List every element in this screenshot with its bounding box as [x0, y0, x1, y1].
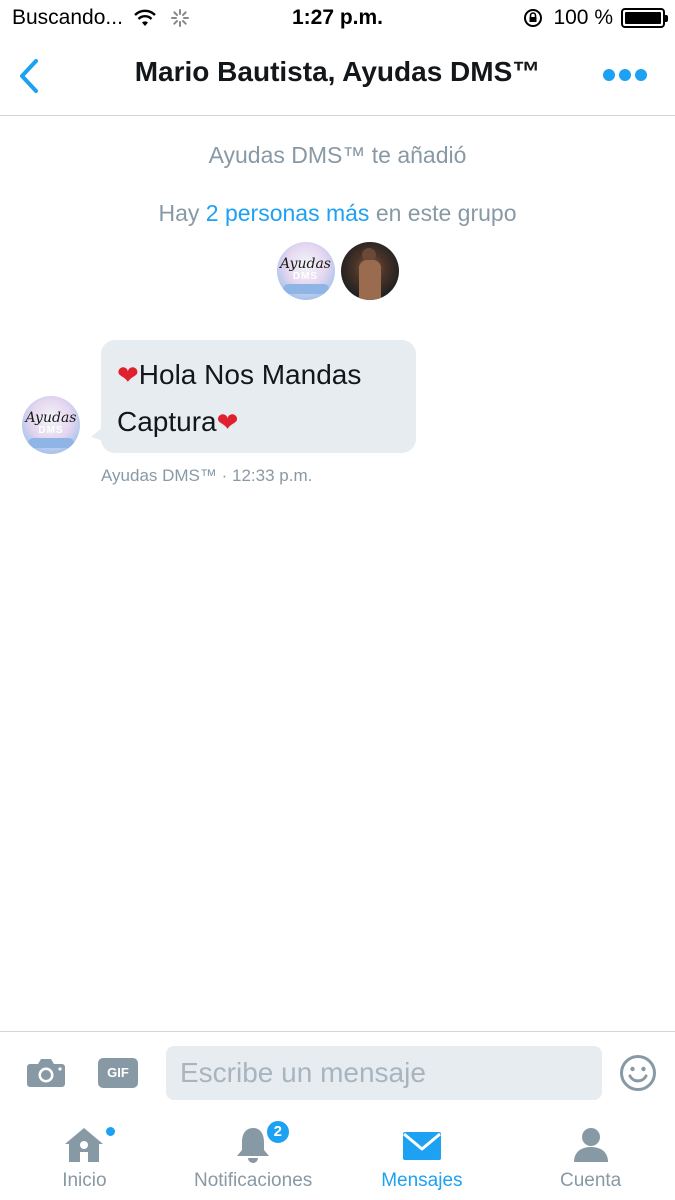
avatar-logo-text: Ayudas: [25, 410, 77, 426]
tab-notificaciones[interactable]: 2 Notificaciones: [169, 1115, 338, 1200]
group-info-prefix: Hay: [158, 200, 206, 226]
message-composer: GIF: [0, 1031, 675, 1115]
avatar-mario-bautista[interactable]: [340, 242, 399, 300]
status-bar: Buscando... 1:27 p.m. 100 %: [0, 0, 675, 38]
avatar-logo-subtext: DMS: [292, 271, 319, 282]
tab-label: Notificaciones: [193, 1170, 313, 1191]
message-input[interactable]: [166, 1046, 602, 1100]
tab-label: Inicio: [62, 1170, 107, 1191]
new-activity-badge: [106, 1127, 115, 1136]
gif-button[interactable]: GIF: [98, 1058, 138, 1088]
notification-count-badge: 2: [264, 1119, 291, 1145]
message-text-line-2: Captura: [117, 406, 217, 437]
group-avatars: Ayudas DMS: [0, 242, 675, 300]
avatar-ayudas-dms[interactable]: Ayudas DMS: [276, 242, 335, 300]
tab-label: Cuenta: [559, 1170, 622, 1191]
tab-label: Mensajes: [381, 1170, 463, 1191]
group-members-link[interactable]: 2 personas más: [206, 200, 370, 226]
message-bubble[interactable]: ❤Hola Nos Mandas Captura❤: [91, 340, 416, 453]
home-icon: [65, 1128, 104, 1162]
tab-mensajes[interactable]: Mensajes: [338, 1115, 507, 1200]
emoji-icon[interactable]: [619, 1054, 657, 1092]
group-info-suffix: en este grupo: [369, 200, 517, 226]
more-dot-icon: [603, 69, 615, 81]
more-dot-icon: [635, 69, 647, 81]
message-sender-avatar[interactable]: Ayudas DMS: [22, 396, 80, 454]
message-meta: Ayudas DMS™ · 12:33 p.m.: [101, 466, 313, 485]
tab-inicio[interactable]: Inicio: [0, 1115, 169, 1200]
person-icon: [573, 1128, 608, 1162]
message-text-line-1: Hola Nos Mandas: [138, 359, 362, 390]
avatar-logo-text: Ayudas: [280, 256, 331, 272]
tab-cuenta[interactable]: Cuenta: [506, 1115, 675, 1200]
back-chevron-icon[interactable]: [14, 56, 44, 96]
rotation-lock-icon: [524, 9, 543, 27]
envelope-icon: [402, 1132, 441, 1160]
group-info: Hay 2 personas más en este grupo: [0, 200, 675, 227]
heart-emoji-icon: ❤: [117, 361, 139, 391]
nav-bar: Mario Bautista, Ayudas DMS™: [0, 38, 675, 116]
added-notice: Ayudas DMS™ te añadió: [208, 142, 467, 168]
battery-percent: 100 %: [553, 6, 613, 29]
avatar-logo-subtext: DMS: [38, 425, 64, 436]
more-dot-icon: [619, 69, 631, 81]
battery-icon: [621, 8, 668, 28]
status-right: 100 %: [523, 6, 668, 30]
more-options-button[interactable]: [603, 66, 647, 84]
camera-icon[interactable]: [26, 1056, 66, 1088]
conversation-title: Mario Bautista, Ayudas DMS™: [134, 56, 541, 87]
heart-emoji-icon: ❤: [216, 408, 239, 438]
tab-bar: Inicio 2 Notificaciones Mensajes Cuenta: [0, 1115, 675, 1200]
